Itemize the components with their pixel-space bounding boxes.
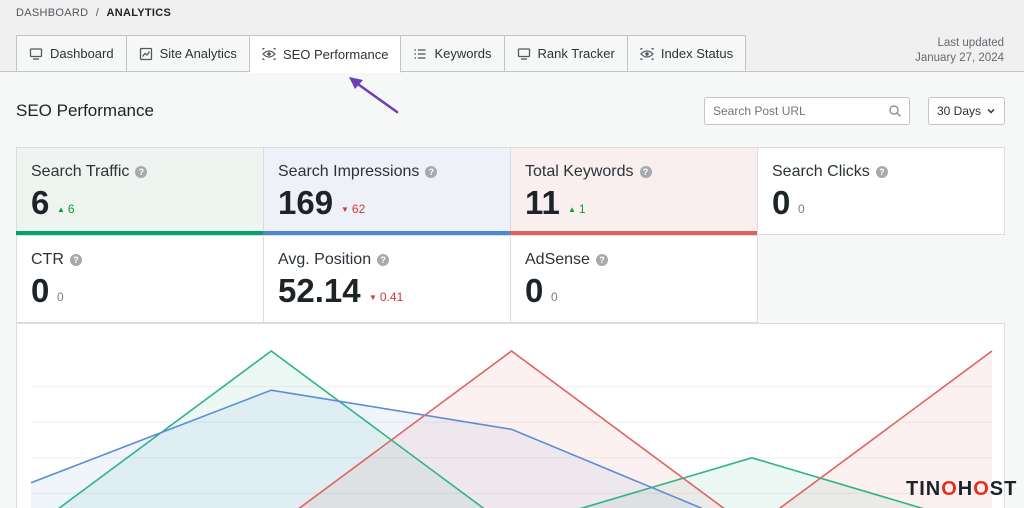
tab-seo-performance[interactable]: SEO Performance bbox=[249, 35, 402, 73]
metric-delta: 0 bbox=[57, 290, 64, 304]
help-icon[interactable]: ? bbox=[639, 166, 652, 178]
breadcrumb-separator: / bbox=[95, 7, 100, 19]
arrow-down-icon: ▼ bbox=[341, 204, 349, 214]
metric-card-avg-position[interactable]: Avg. Position? 52.14 ▼ 0.41 bbox=[263, 235, 511, 323]
tab-label: Index Status bbox=[660, 46, 734, 61]
chart-icon bbox=[139, 47, 153, 61]
arrow-down-icon: ▼ bbox=[369, 292, 377, 302]
metric-label-text: Search Traffic bbox=[31, 163, 130, 180]
metric-label: Search Traffic? bbox=[31, 163, 148, 181]
tab-label: Keywords bbox=[434, 46, 492, 61]
metric-delta: 0 bbox=[551, 290, 558, 304]
metric-value: 6 bbox=[31, 184, 50, 221]
metric-value: 169 bbox=[278, 184, 334, 221]
list-icon bbox=[413, 47, 427, 61]
breadcrumb: DASHBOARD / ANALYTICS bbox=[16, 7, 171, 19]
metric-card-search-impressions[interactable]: Search Impressions? 169 ▼ 62 bbox=[263, 147, 511, 235]
metric-delta: ▼ 0.41 bbox=[369, 290, 403, 304]
metric-label-text: CTR bbox=[31, 251, 64, 268]
metric-card-search-traffic[interactable]: Search Traffic? 6 ▲ 6 bbox=[16, 147, 264, 235]
date-range-select[interactable]: 30 Days bbox=[928, 97, 1005, 125]
metric-delta-value: 1 bbox=[578, 202, 586, 216]
metric-value: 11 bbox=[525, 184, 560, 221]
metric-label: Total Keywords? bbox=[525, 163, 652, 181]
metric-label: CTR? bbox=[31, 251, 82, 269]
metric-delta: ▼ 62 bbox=[341, 202, 365, 216]
eye-icon bbox=[262, 47, 276, 61]
tab-label: Rank Tracker bbox=[537, 46, 615, 61]
search-icon[interactable] bbox=[888, 104, 902, 118]
tab-site-analytics[interactable]: Site Analytics bbox=[126, 35, 250, 72]
metric-value: 0 bbox=[772, 184, 791, 221]
metric-value: 0 bbox=[31, 272, 50, 309]
breadcrumb-root[interactable]: DASHBOARD bbox=[16, 7, 88, 19]
breadcrumb-current: ANALYTICS bbox=[106, 7, 172, 19]
help-icon[interactable]: ? bbox=[69, 254, 82, 266]
eye-icon bbox=[639, 47, 654, 61]
arrow-up-icon: ▲ bbox=[568, 204, 576, 214]
metric-label-text: Search Impressions bbox=[278, 163, 420, 180]
pointer-arrow-icon bbox=[349, 77, 399, 114]
tab-rank-tracker[interactable]: Rank Tracker bbox=[504, 35, 628, 72]
metric-delta-value: 0 bbox=[57, 290, 64, 304]
metric-delta-value: 0 bbox=[551, 290, 558, 304]
metric-label-text: AdSense bbox=[525, 251, 590, 268]
last-updated-label: Last updated bbox=[937, 37, 1004, 49]
tab-dashboard[interactable]: Dashboard bbox=[16, 35, 127, 72]
help-icon[interactable]: ? bbox=[875, 166, 888, 178]
metric-delta: ▲ 6 bbox=[57, 202, 75, 216]
metric-delta-value: 0.41 bbox=[379, 290, 404, 304]
tab-label: Dashboard bbox=[50, 46, 114, 61]
metric-card-adsense[interactable]: AdSense? 0 0 bbox=[510, 235, 758, 323]
metric-delta-value: 62 bbox=[351, 202, 366, 216]
last-updated-date: January 27, 2024 bbox=[915, 52, 1004, 64]
metric-delta: 0 bbox=[798, 202, 805, 216]
tab-bar: Dashboard Site Analytics SEO Performance Ke… bbox=[16, 35, 747, 73]
help-icon[interactable]: ? bbox=[595, 254, 608, 266]
tab-label: SEO Performance bbox=[282, 46, 389, 62]
metric-label-text: Search Clicks bbox=[772, 163, 870, 180]
metric-label-text: Avg. Position bbox=[278, 251, 372, 268]
help-icon[interactable]: ? bbox=[425, 166, 438, 178]
help-icon[interactable]: ? bbox=[377, 254, 390, 266]
watermark-logo: TINOHOST bbox=[906, 478, 1018, 500]
metrics-grid: Search Traffic? 6 ▲ 6 Search Impressions? 169… bbox=[16, 147, 1005, 324]
metric-delta: ▲ 1 bbox=[568, 202, 586, 216]
metric-card-search-clicks[interactable]: Search Clicks? 0 0 bbox=[757, 147, 1005, 235]
metric-card-ctr[interactable]: CTR? 0 0 bbox=[16, 235, 264, 323]
metric-delta-value: 6 bbox=[67, 202, 75, 216]
metric-label: Avg. Position? bbox=[278, 251, 390, 269]
date-range-value: 30 Days bbox=[937, 104, 982, 118]
metric-delta-value: 0 bbox=[798, 202, 805, 216]
metric-label-text: Total Keywords bbox=[525, 163, 634, 180]
search-input[interactable] bbox=[704, 97, 910, 125]
tab-keywords[interactable]: Keywords bbox=[401, 35, 505, 72]
metric-label: Search Clicks? bbox=[772, 163, 888, 181]
metric-value: 0 bbox=[525, 272, 544, 309]
help-icon[interactable]: ? bbox=[135, 166, 148, 178]
page-title: SEO Performance bbox=[16, 101, 154, 120]
chevron-down-icon bbox=[987, 108, 995, 114]
metric-card-total-keywords[interactable]: Total Keywords? 11 ▲ 1 bbox=[510, 147, 758, 235]
tab-index-status[interactable]: Index Status bbox=[627, 35, 747, 72]
metric-label: Search Impressions? bbox=[278, 163, 438, 181]
arrow-up-icon: ▲ bbox=[57, 204, 65, 214]
performance-chart bbox=[16, 323, 1005, 508]
tab-label: Site Analytics bbox=[159, 46, 237, 61]
metric-label: AdSense? bbox=[525, 251, 608, 269]
last-updated: Last updated January 27, 2024 bbox=[915, 36, 1004, 66]
monitor-icon bbox=[29, 47, 43, 61]
metric-value: 52.14 bbox=[278, 272, 361, 309]
chart-svg bbox=[30, 350, 993, 508]
monitor-icon bbox=[517, 47, 531, 61]
